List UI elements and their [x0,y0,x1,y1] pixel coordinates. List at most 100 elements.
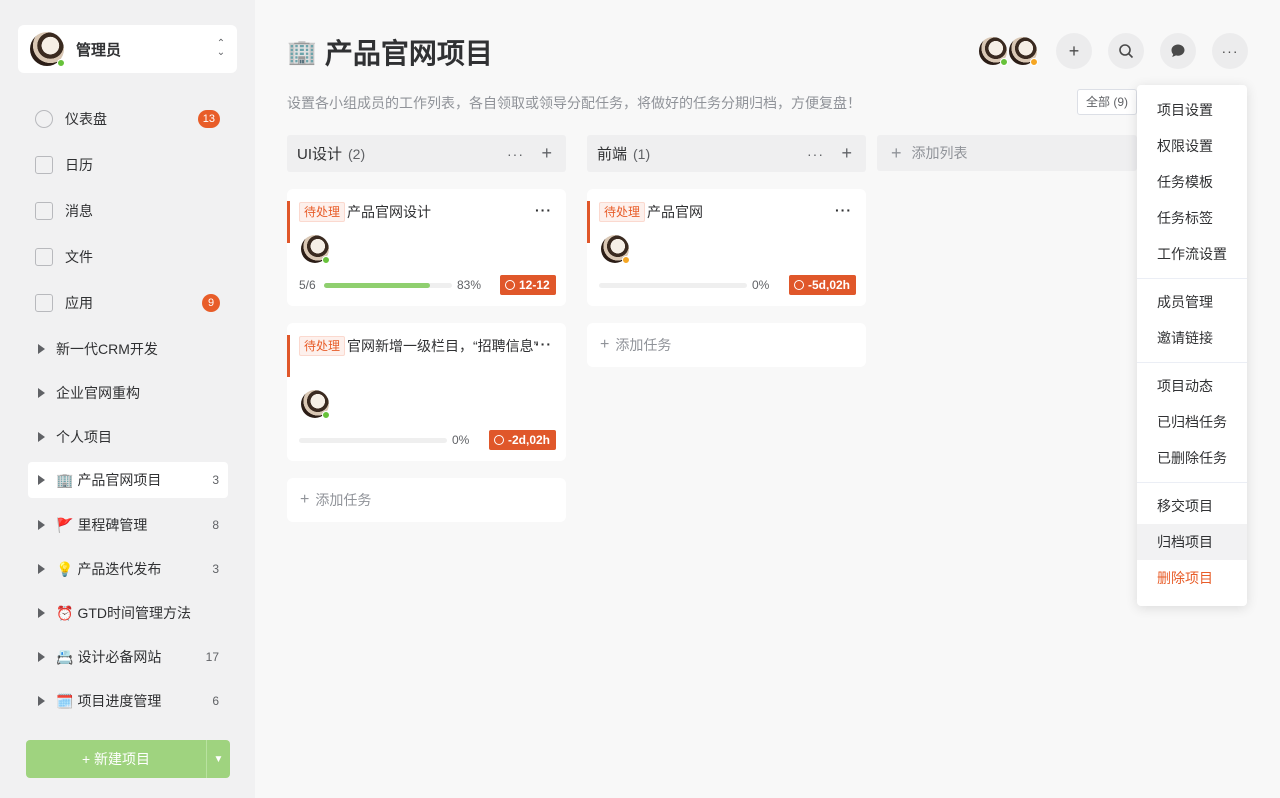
expand-triangle-icon[interactable] [38,696,45,706]
project-count: 17 [205,650,219,664]
progress-percent: 0% [752,278,770,292]
nav-calendar[interactable]: 日历 [26,147,228,183]
status-badge: 待处理 [599,202,646,222]
task-card[interactable]: 待处理 产品官网设计 ··· 5/6 83% 12-12 [287,189,566,306]
sidebar-project-product-site[interactable]: 🏢 产品官网项目 3 [28,462,228,498]
chevron-updown-icon: ⌃ ⌄ [216,38,226,58]
column-header-ui: UI设计 (2) ··· + [287,135,566,172]
member-avatars[interactable] [977,35,1039,67]
nav-dashboard[interactable]: 仪表盘 13 [26,101,228,137]
sidebar-project-design-sites[interactable]: 📇 设计必备网站 17 [28,639,228,675]
clock-icon [505,280,515,290]
deadline-badge: -5d,02h [789,275,857,295]
new-project-label: + 新建项目 [81,751,151,767]
task-title: 官网新增一级栏目，“招聘信息” [347,338,539,354]
progress-track [299,438,447,443]
expand-triangle-icon[interactable] [38,520,45,530]
avatar[interactable] [1007,35,1039,67]
add-task-button[interactable]: + 添加任务 [287,478,566,522]
progress-percent: 0% [452,433,470,447]
menu-item-archive-project[interactable]: 归档项目 [1137,524,1247,560]
task-title: 产品官网设计 [347,204,431,220]
more-button[interactable]: ··· [1212,33,1248,69]
new-project-button[interactable]: + 新建项目 ▼ [26,740,230,778]
column-more-icon[interactable]: ··· [507,146,524,162]
nav-messages[interactable]: 消息 [26,193,228,229]
project-label: 项目进度管理 [77,693,162,709]
avatar [301,390,330,419]
clock-icon [794,280,804,290]
avatar[interactable] [977,35,1009,67]
menu-divider [1137,482,1247,483]
menu-item-task-templates[interactable]: 任务模板 [1137,164,1247,200]
sidebar-project-iteration[interactable]: 💡 产品迭代发布 3 [28,551,228,587]
sidebar-project-schedule[interactable]: 🗓️ 项目进度管理 6 [28,683,228,719]
task-filter[interactable]: 全部 (9) [1077,89,1138,115]
sidebar-project-personal[interactable]: 个人项目 [28,419,228,455]
column-add-icon[interactable]: + [541,143,552,164]
expand-triangle-icon[interactable] [38,344,45,354]
column-more-icon[interactable]: ··· [807,146,824,162]
expand-triangle-icon[interactable] [38,388,45,398]
progress-track [599,283,747,288]
main-content: 🏢 产品官网项目 设置各小组成员的工作列表，各自领取或领导分配任务，将做好的任务… [255,0,1280,798]
menu-item-project-activity[interactable]: 项目动态 [1137,368,1247,404]
add-task-label: 添加任务 [615,337,672,353]
card-more-icon[interactable]: ··· [535,202,552,218]
menu-item-invite-link[interactable]: 邀请链接 [1137,320,1247,356]
sidebar-project-website-rebuild[interactable]: 企业官网重构 [28,375,228,411]
expand-triangle-icon[interactable] [38,432,45,442]
search-button[interactable] [1108,33,1144,69]
card-more-icon[interactable]: ··· [535,336,552,352]
user-switcher[interactable]: 管理员 ⌃ ⌄ [18,25,237,73]
expand-triangle-icon[interactable] [38,564,45,574]
lightbulb-icon: 💡 [56,560,74,577]
sidebar-project-gtd[interactable]: ⏰ GTD时间管理方法 [28,595,228,631]
project-count: 3 [212,562,219,576]
menu-item-deleted-tasks[interactable]: 已删除任务 [1137,440,1247,476]
subtask-count: 5/6 [299,278,316,292]
add-task-button[interactable]: + 添加任务 [587,323,866,367]
online-status-dot [322,256,330,264]
page-title-text: 产品官网项目 [324,38,493,69]
clock-icon [494,435,504,445]
add-button[interactable]: + [1056,33,1092,69]
add-column-button[interactable]: + 添加列表 [877,135,1137,171]
more-dots-icon: ··· [1221,43,1239,59]
file-icon [35,248,53,266]
add-task-label: 添加任务 [315,492,372,508]
menu-item-transfer-project[interactable]: 移交项目 [1137,488,1247,524]
flag-icon: 🚩 [56,516,74,533]
nav-files[interactable]: 文件 [26,239,228,275]
chevron-down-icon[interactable]: ▼ [206,740,230,778]
column-add-icon[interactable]: + [841,143,852,164]
menu-item-permission-settings[interactable]: 权限设置 [1137,128,1247,164]
menu-item-project-settings[interactable]: 项目设置 [1137,92,1247,128]
plus-icon: + [1068,40,1080,61]
chat-button[interactable] [1160,33,1196,69]
project-label: 新一代CRM开发 [56,341,158,357]
menu-item-workflow-settings[interactable]: 工作流设置 [1137,236,1247,272]
sidebar-project-milestones[interactable]: 🚩 里程碑管理 8 [28,507,228,543]
search-icon [1119,44,1134,59]
calendar-emoji-icon: 🗓️ [56,692,74,709]
menu-item-archived-tasks[interactable]: 已归档任务 [1137,404,1247,440]
project-count: 6 [212,694,219,708]
card-more-icon[interactable]: ··· [835,202,852,218]
menu-item-delete-project[interactable]: 删除项目 [1137,560,1247,596]
expand-triangle-icon[interactable] [38,652,45,662]
task-card[interactable]: 待处理 产品官网 ··· 0% -5d,02h [587,189,866,306]
expand-triangle-icon[interactable] [38,475,45,485]
project-more-menu: 项目设置 权限设置 任务模板 任务标签 工作流设置 成员管理 邀请链接 项目动态… [1137,85,1247,606]
menu-item-task-tags[interactable]: 任务标签 [1137,200,1247,236]
card-index-icon: 📇 [56,648,74,665]
building-icon: 🏢 [56,471,74,488]
menu-item-member-management[interactable]: 成员管理 [1137,284,1247,320]
column-header-frontend: 前端 (1) ··· + [587,135,866,172]
nav-apps[interactable]: 应用 9 [26,285,228,321]
expand-triangle-icon[interactable] [38,608,45,618]
plus-icon: + [300,491,310,508]
sidebar-project-crm[interactable]: 新一代CRM开发 [28,331,228,367]
task-card[interactable]: 待处理 官网新增一级栏目，“招聘信息” ··· 0% -2d,02h [287,323,566,461]
priority-bar [587,201,590,243]
